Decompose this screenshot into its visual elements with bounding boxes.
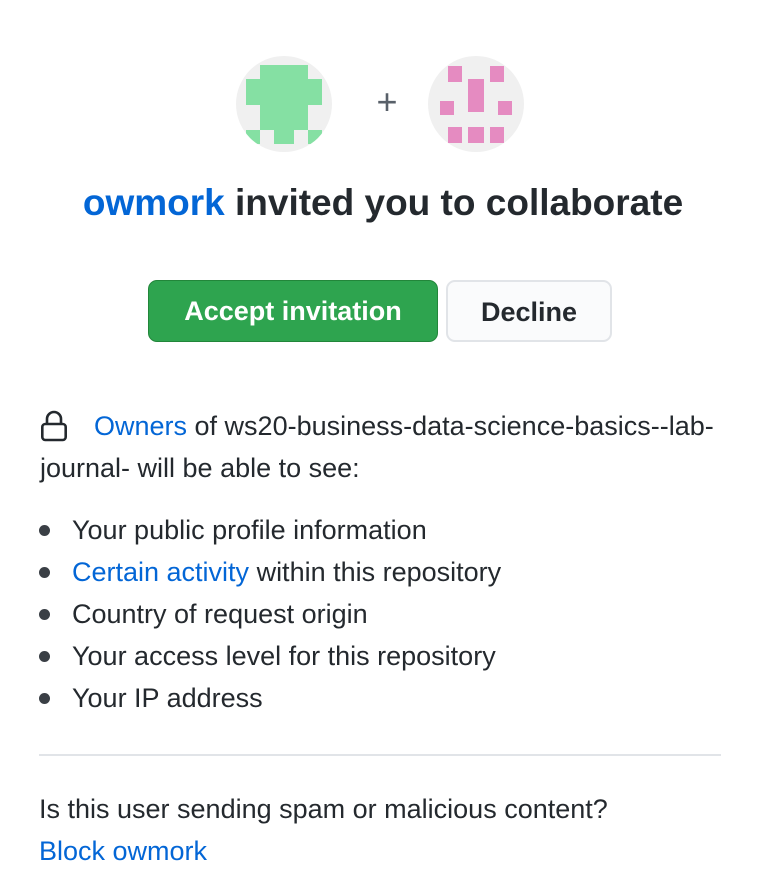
plus-icon: +	[376, 81, 398, 122]
list-item: Your access level for this repository	[38, 635, 501, 677]
invitee-identicon	[440, 66, 512, 143]
visibility-notice: Owners of ws20-business-data-science-bas…	[40, 405, 740, 489]
invitation-headline: owmork invited you to collaborate	[0, 178, 766, 228]
invitee-avatar[interactable]	[428, 56, 524, 152]
certain-activity-link[interactable]: Certain activity	[72, 557, 249, 587]
bullet-icon	[39, 567, 50, 578]
inviter-avatar[interactable]	[236, 56, 332, 152]
owners-link[interactable]: Owners	[94, 411, 187, 441]
avatar-row: +	[0, 56, 766, 152]
inviter-username-link[interactable]: owmork	[83, 182, 225, 223]
bullet-icon	[39, 609, 50, 620]
visible-info-list: Your public profile information Certain …	[38, 509, 501, 719]
list-item-text: Your public profile information	[72, 515, 427, 545]
list-item-text: Your IP address	[72, 683, 263, 713]
list-item: Certain activity within this repository	[38, 551, 501, 593]
bullet-icon	[39, 651, 50, 662]
spam-question: Is this user sending spam or malicious c…	[39, 794, 608, 824]
list-item-text: Your access level for this repository	[72, 641, 496, 671]
accept-invitation-button[interactable]: Accept invitation	[148, 280, 438, 342]
block-user-link[interactable]: Block owmork	[39, 830, 207, 872]
list-item: Your public profile information	[38, 509, 501, 551]
list-item: Country of request origin	[38, 593, 501, 635]
list-item-text: within this repository	[249, 557, 502, 587]
headline-text: invited you to collaborate	[224, 182, 684, 223]
bullet-icon	[39, 525, 50, 536]
list-item: Your IP address	[38, 677, 501, 719]
divider	[39, 754, 721, 756]
decline-button[interactable]: Decline	[446, 280, 612, 342]
inviter-identicon	[246, 65, 322, 144]
list-item-text: Country of request origin	[72, 599, 368, 629]
bullet-icon	[39, 693, 50, 704]
